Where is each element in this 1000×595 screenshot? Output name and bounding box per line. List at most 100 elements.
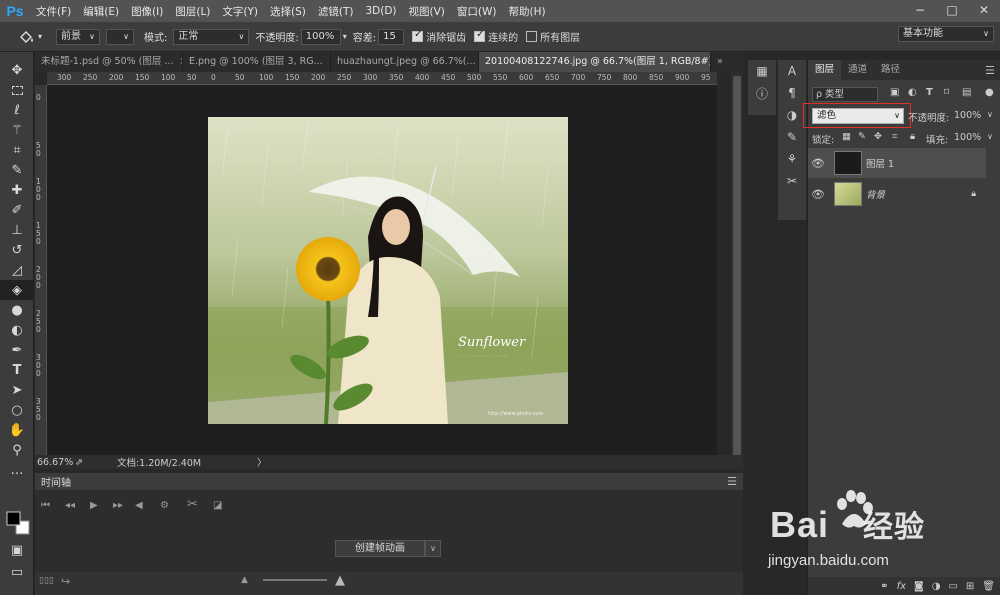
link-layers-icon[interactable]: ⚭ [880, 581, 888, 592]
history-brush-tool-icon[interactable]: ↺ [0, 240, 34, 260]
timeline-title[interactable]: 时间轴 [41, 474, 71, 489]
adjustments-icon[interactable]: ◑ [778, 104, 806, 126]
menu-select[interactable]: 选择(S) [264, 4, 312, 19]
menu-help[interactable]: 帮助(H) [503, 4, 552, 19]
paragraph-icon[interactable]: ¶ [778, 82, 806, 104]
timeline-menu-icon[interactable]: ☰ [727, 475, 737, 488]
paint-bucket-icon[interactable]: ▾ [18, 29, 42, 45]
layer-row[interactable]: 👁︎ 图层 1 [808, 148, 986, 178]
zoom-out-icon[interactable]: ▲ [241, 575, 248, 585]
shape-filter-icon[interactable]: ⌑ [944, 87, 949, 98]
character-icon[interactable]: A [778, 60, 806, 82]
new-layer-icon[interactable]: ⊞ [966, 581, 974, 592]
layer-filter-select[interactable]: ρ 类型 [812, 87, 878, 102]
eyedropper-tool-icon[interactable]: ✎ [0, 160, 34, 180]
minimize-button[interactable]: − [904, 0, 936, 22]
brush-presets-icon[interactable]: ✎ [778, 126, 806, 148]
eraser-tool-icon[interactable]: ◿ [0, 260, 34, 280]
type-tool-icon[interactable]: T [0, 360, 34, 380]
settings-icon[interactable]: ⚙ [160, 500, 169, 511]
menu-window[interactable]: 窗口(W) [451, 4, 503, 19]
menu-view[interactable]: 视图(V) [403, 4, 451, 19]
tab-huazhaungt[interactable]: huazhaungt.jpeg @ 66.7%(...× [331, 52, 479, 72]
path-selection-tool-icon[interactable]: ➤ [0, 380, 34, 400]
opacity-input[interactable]: 100% [300, 28, 341, 45]
healing-brush-tool-icon[interactable]: ✚ [0, 180, 34, 200]
create-frame-animation-button[interactable]: 创建帧动画 [335, 540, 425, 557]
zoom-level[interactable]: 66.67% [37, 457, 73, 468]
move-tool-icon[interactable]: ✥ [0, 60, 34, 80]
new-group-icon[interactable]: ▭ [948, 581, 957, 592]
vertical-scrollbar[interactable] [731, 72, 743, 457]
transition-icon[interactable]: ◪ [213, 500, 222, 511]
lock-transparent-icon[interactable]: ▦ [842, 131, 851, 142]
workspace-select[interactable]: 基本功能 ∨ [898, 26, 994, 42]
tab-overflow-icon[interactable]: » [711, 52, 731, 72]
document-image[interactable]: Sunflower · · · · · · · · · · · · · · · … [208, 117, 568, 424]
all-layers-checkbox[interactable]: 所有图层 [526, 29, 580, 44]
adjustment-filter-icon[interactable]: ◐ [908, 87, 917, 98]
layer-mask-icon[interactable]: ◙ [914, 581, 924, 592]
lock-pixels-icon[interactable]: ✎ [858, 131, 866, 142]
smart-object-filter-icon[interactable]: ▤ [962, 87, 971, 98]
visibility-eye-icon[interactable]: 👁︎ [808, 157, 828, 170]
tab-channels[interactable]: 通道 [841, 60, 874, 80]
layer-opacity-value[interactable]: 100% [954, 110, 981, 121]
menu-layer[interactable]: 图层(L) [169, 4, 216, 19]
crop-tool-icon[interactable]: ⌗ [0, 140, 34, 160]
filter-toggle-icon[interactable]: ● [985, 87, 994, 98]
audio-icon[interactable]: ◀ [135, 500, 143, 511]
layer-row[interactable]: 👁︎ 背景 🔒︎ [808, 179, 986, 209]
adjustment-layer-icon[interactable]: ◑ [932, 581, 941, 592]
quick-mask-icon[interactable]: ▣ [0, 540, 34, 560]
tab-paths[interactable]: 路径 [874, 60, 907, 80]
layer-name[interactable]: 背景 [866, 187, 885, 201]
menu-type[interactable]: 文字(Y) [216, 4, 264, 19]
info-icon[interactable]: ⓘ [748, 82, 776, 104]
play-icon[interactable]: ▶ [90, 500, 98, 511]
fill-value[interactable]: 100% [954, 132, 981, 143]
ellipse-tool-icon[interactable]: ○ [0, 400, 34, 420]
type-filter-icon[interactable]: T [926, 87, 933, 98]
mode-select[interactable]: 正常 ∨ [173, 28, 250, 45]
brush-tool-icon[interactable]: ✐ [0, 200, 34, 220]
layer-style-icon[interactable]: fx [897, 581, 906, 592]
lock-artboard-icon[interactable]: ⌗ [892, 131, 897, 142]
next-frame-icon[interactable]: ▸▸ [113, 500, 123, 511]
pen-tool-icon[interactable]: ✒ [0, 340, 34, 360]
foreground-background-color-icon[interactable] [5, 510, 31, 536]
antialias-checkbox[interactable]: 消除锯齿 [412, 29, 466, 44]
first-frame-icon[interactable]: ⏮ [41, 500, 50, 511]
contiguous-checkbox[interactable]: 连续的 [474, 29, 518, 44]
blur-tool-icon[interactable]: ● [0, 300, 34, 320]
maximize-button[interactable]: □ [936, 0, 968, 22]
chevron-down-icon[interactable]: ∨ [987, 132, 993, 141]
paint-bucket-tool-icon[interactable]: ◈ [0, 280, 34, 300]
fill-source-select[interactable]: 前景 ∨ [56, 28, 101, 45]
clone-stamp-tool-icon[interactable]: ⊥ [0, 220, 34, 240]
zoom-in-icon[interactable]: ▲ [335, 573, 345, 588]
blend-mode-select[interactable]: 滤色 ∨ [812, 108, 904, 124]
panel-menu-icon[interactable]: ☰ [985, 64, 995, 77]
visibility-eye-icon[interactable]: 👁︎ [808, 188, 828, 201]
previous-frame-icon[interactable]: ◂◂ [65, 500, 75, 511]
hand-tool-icon[interactable]: ✋ [0, 420, 34, 440]
export-icon[interactable]: ⇗ [75, 457, 83, 468]
zoom-tool-icon[interactable]: ⚲ [0, 440, 34, 460]
pattern-picker[interactable]: ∨ [106, 28, 135, 45]
image-filter-icon[interactable]: ▣ [890, 87, 899, 98]
magic-wand-tool-icon[interactable]: ⚚ [0, 120, 34, 140]
menu-edit[interactable]: 编辑(E) [77, 4, 125, 19]
lock-all-icon[interactable]: 🔒︎ [910, 131, 915, 142]
lasso-tool-icon[interactable]: ℓ [0, 100, 34, 120]
clone-source-icon[interactable]: ✂ [778, 170, 806, 192]
tab-layers[interactable]: 图层 [808, 60, 842, 80]
scroll-thumb[interactable] [733, 76, 741, 456]
timeline-zoom-slider[interactable] [263, 579, 327, 581]
more-tools-icon[interactable]: … [0, 460, 34, 480]
scissors-icon[interactable]: ✂ [187, 497, 198, 512]
status-menu-arrow[interactable]: 〉 [257, 455, 267, 469]
layer-name[interactable]: 图层 1 [866, 156, 894, 170]
menu-image[interactable]: 图像(I) [125, 4, 169, 19]
screen-mode-icon[interactable]: ▭ [0, 562, 34, 582]
